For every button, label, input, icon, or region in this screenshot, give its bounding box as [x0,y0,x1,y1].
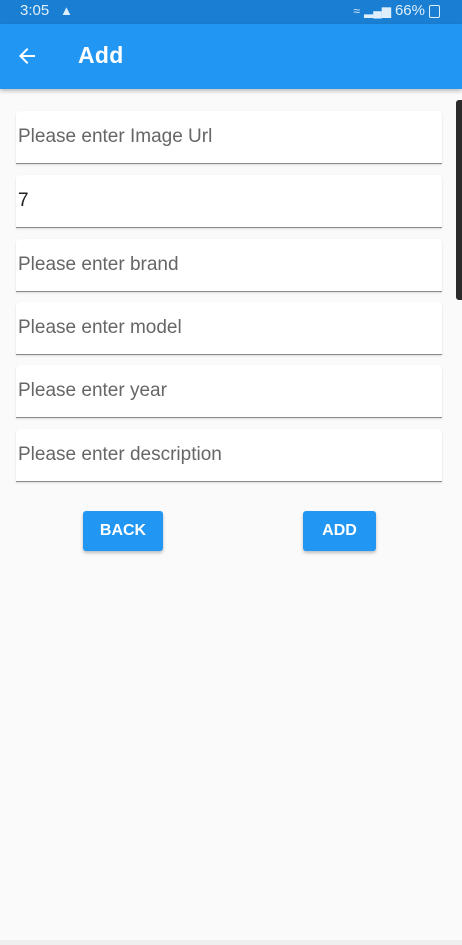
year-field-container [16,365,442,418]
app-screen: 3:05 ▲ ≈ ▂▄▆ 66% Add BACK ADD [0,0,462,945]
battery-icon [429,5,440,18]
bottom-edge [0,940,462,945]
id-input[interactable] [16,175,442,227]
description-field-container [16,429,442,482]
status-indicators: ≈ ▂▄▆ 66% [353,2,440,19]
add-button[interactable]: ADD [303,511,376,551]
brand-input[interactable] [16,239,442,291]
battery-percent: 66% [394,2,425,19]
notification-icon: ▲ [60,3,73,18]
year-input[interactable] [16,365,442,417]
image-url-field-container [16,111,442,164]
wifi-icon: ≈ [353,3,360,18]
back-arrow-icon[interactable] [15,44,39,68]
status-time: 3:05 [20,2,50,19]
model-field-container [16,302,442,355]
model-input[interactable] [16,302,442,354]
signal-icon: ▂▄▆ [364,3,391,18]
app-bar: Add [0,24,462,89]
brand-field-container [16,239,442,292]
id-field-container [16,175,442,228]
scrollbar[interactable] [456,100,462,300]
back-button[interactable]: BACK [83,511,163,551]
description-input[interactable] [16,429,442,481]
image-url-input[interactable] [16,111,442,163]
status-bar: 3:05 ▲ ≈ ▂▄▆ 66% [0,0,462,24]
page-title: Add [78,42,124,68]
